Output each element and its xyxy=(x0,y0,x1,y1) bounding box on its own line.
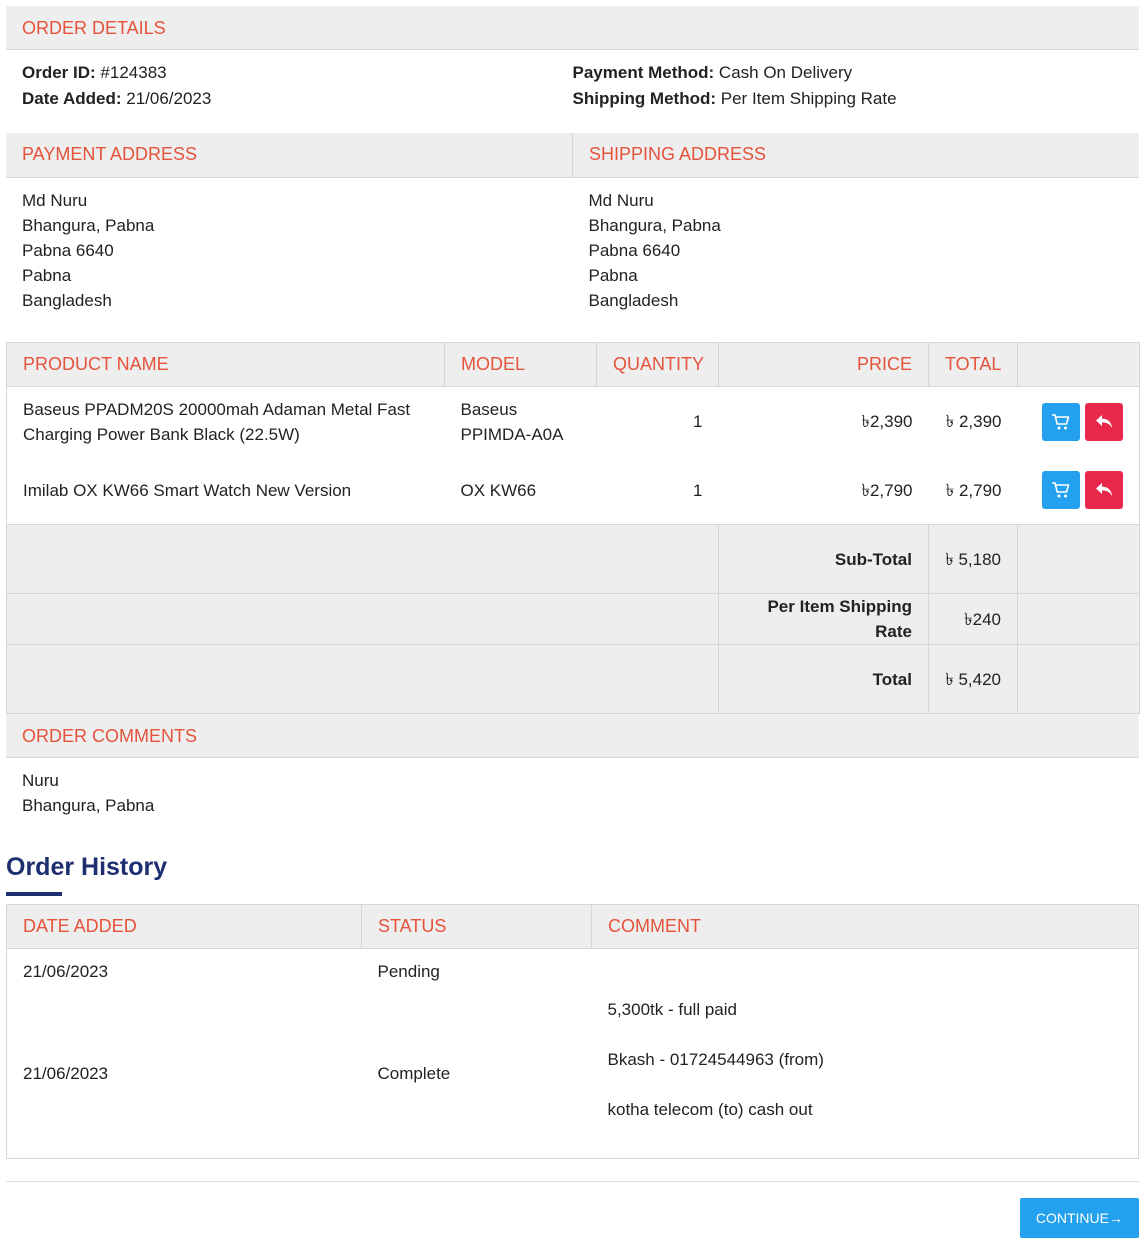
order-id-line: Order ID: #124383 xyxy=(22,60,573,86)
product-quantity: 1 xyxy=(693,480,703,500)
history-header-row: DATE ADDED STATUS COMMENT xyxy=(6,904,1139,949)
shipping-address-heading: SHIPPING ADDRESS xyxy=(572,133,1139,178)
product-price: ৳2,390 xyxy=(861,412,913,432)
col-comment: COMMENT xyxy=(591,904,1139,949)
payment-method-line: Payment Method: Cash On Delivery xyxy=(573,60,1124,86)
history-date: 21/06/2023 xyxy=(23,1063,109,1083)
address-line: Bangladesh xyxy=(22,290,112,310)
order-comments-heading: ORDER COMMENTS xyxy=(6,714,1139,758)
col-total: TOTAL xyxy=(928,342,1018,387)
history-comment xyxy=(592,949,1139,989)
history-status: Pending xyxy=(377,962,440,981)
order-history-title: Order History xyxy=(6,848,1139,904)
address-line: Pabna 6640 xyxy=(588,240,681,260)
reorder-button[interactable] xyxy=(1042,471,1080,510)
payment-address-heading: PAYMENT ADDRESS xyxy=(6,133,573,178)
products-table: PRODUCT NAME MODEL QUANTITY PRICE TOTAL … xyxy=(6,342,1140,714)
comment-line: Bhangura, Pabna xyxy=(22,796,155,815)
comment-line: kotha telecom (to) cash out xyxy=(607,1099,813,1119)
history-row: 21/06/2023 Complete 5,300tk - full paid … xyxy=(7,989,1139,1159)
product-row: Imilab OX KW66 Smart Watch New Version O… xyxy=(7,457,1140,525)
address-line: Pabna xyxy=(588,265,638,285)
shipping-rate-value: ৳240 xyxy=(928,593,1018,645)
order-details-section: ORDER DETAILS Order ID: #124383 Date Add… xyxy=(6,6,1139,133)
col-product-name: PRODUCT NAME xyxy=(6,342,445,387)
total-row: Total ৳ 5,420 xyxy=(6,644,1140,714)
total-value: ৳ 5,420 xyxy=(928,644,1018,714)
reorder-button[interactable] xyxy=(1042,402,1080,441)
order-details-heading: ORDER DETAILS xyxy=(6,6,1139,50)
comment-line: Nuru xyxy=(22,771,59,790)
order-id-value: #124383 xyxy=(100,63,167,82)
address-line: Pabna xyxy=(22,265,72,285)
history-row: 21/06/2023 Pending xyxy=(7,949,1139,989)
address-line: Bhangura, Pabna xyxy=(22,215,155,235)
shipping-method-line: Shipping Method: Per Item Shipping Rate xyxy=(573,86,1124,112)
date-added-value: 21/06/2023 xyxy=(126,89,212,108)
product-actions xyxy=(1018,387,1140,457)
shipping-address: Md Nuru Bhangura, Pabna Pabna 6640 Pabna… xyxy=(573,177,1140,342)
cart-icon xyxy=(1052,482,1070,498)
comment-line: 5,300tk - full paid xyxy=(607,999,737,1019)
col-actions xyxy=(1017,342,1140,387)
comment-line: Bkash - 01724544963 (from) xyxy=(607,1049,824,1069)
product-total: ৳ 2,790 xyxy=(945,480,1002,500)
products-header-row: PRODUCT NAME MODEL QUANTITY PRICE TOTAL xyxy=(6,342,1140,387)
product-name: Baseus PPADM20S 20000mah Adaman Metal Fa… xyxy=(23,399,411,444)
subtotal-row: Sub-Total ৳ 5,180 xyxy=(6,524,1140,594)
address-line: Md Nuru xyxy=(588,190,654,210)
shipping-rate-label: Per Item Shipping Rate xyxy=(718,593,929,645)
product-total: ৳ 2,390 xyxy=(945,412,1002,432)
return-button[interactable] xyxy=(1085,402,1123,441)
col-quantity: QUANTITY xyxy=(596,342,719,387)
history-comment: 5,300tk - full paid Bkash - 01724544963 … xyxy=(592,989,1139,1159)
return-arrow-icon xyxy=(1096,414,1112,428)
address-line: Bhangura, Pabna xyxy=(588,215,721,235)
product-row: Baseus PPADM20S 20000mah Adaman Metal Fa… xyxy=(7,387,1140,457)
total-label: Total xyxy=(718,644,929,714)
col-status: STATUS xyxy=(361,904,592,949)
subtotal-value: ৳ 5,180 xyxy=(928,524,1018,594)
address-line: Md Nuru xyxy=(22,190,88,210)
shipping-rate-row: Per Item Shipping Rate ৳240 xyxy=(6,593,1140,645)
payment-address: Md Nuru Bhangura, Pabna Pabna 6640 Pabna… xyxy=(6,177,573,342)
order-history-table: DATE ADDED STATUS COMMENT 21/06/2023 Pen… xyxy=(6,904,1139,1159)
shipping-method-value: Per Item Shipping Rate xyxy=(720,89,897,108)
payment-method-label: Payment Method: xyxy=(572,63,715,82)
date-added-label: Date Added: xyxy=(22,89,122,108)
product-actions xyxy=(1018,457,1140,525)
product-model: OX KW66 xyxy=(460,480,537,500)
arrow-right-icon: → xyxy=(1109,1210,1123,1226)
order-info-page: ORDER DETAILS Order ID: #124383 Date Add… xyxy=(6,6,1140,1238)
shipping-method-label: Shipping Method: xyxy=(572,89,717,108)
cart-icon xyxy=(1052,413,1070,430)
order-id-label: Order ID: xyxy=(22,63,96,82)
product-quantity: 1 xyxy=(693,412,703,432)
product-name: Imilab OX KW66 Smart Watch New Version xyxy=(23,480,352,500)
product-price: ৳2,790 xyxy=(861,480,913,500)
return-arrow-icon xyxy=(1096,483,1112,497)
product-model: Baseus PPIMDA-A0A xyxy=(460,399,564,444)
col-date-added: DATE ADDED xyxy=(6,904,362,949)
subtotal-label: Sub-Total xyxy=(718,524,929,594)
address-line: Bangladesh xyxy=(588,290,679,310)
payment-method-value: Cash On Delivery xyxy=(718,63,853,82)
title-underline xyxy=(6,892,62,896)
address-table: PAYMENT ADDRESS SHIPPING ADDRESS Md Nuru… xyxy=(6,133,1139,342)
col-price: PRICE xyxy=(718,342,929,387)
date-added-line: Date Added: 21/06/2023 xyxy=(22,86,573,112)
history-status: Complete xyxy=(377,1063,451,1083)
col-model: MODEL xyxy=(444,342,597,387)
address-line: Pabna 6640 xyxy=(22,240,114,260)
return-button[interactable] xyxy=(1085,471,1123,510)
order-comments-section: ORDER COMMENTS Nuru Bhangura, Pabna xyxy=(6,714,1139,848)
history-date: 21/06/2023 xyxy=(23,962,109,981)
continue-button[interactable]: CONTINUE→ xyxy=(1019,1198,1139,1238)
